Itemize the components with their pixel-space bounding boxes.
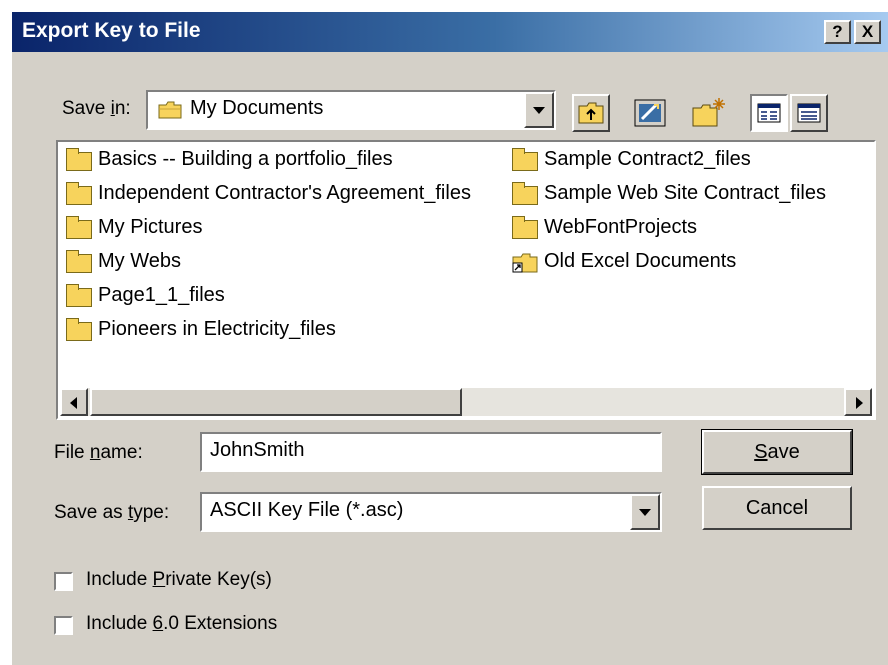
folder-icon — [66, 250, 92, 273]
save-in-dropdown[interactable]: My Documents — [146, 90, 556, 130]
horizontal-scrollbar[interactable] — [60, 388, 872, 416]
folder-icon — [512, 148, 538, 171]
folder-icon — [66, 182, 92, 205]
file-name-label: File name: — [54, 442, 143, 463]
folder-icon — [512, 182, 538, 205]
list-view-icon — [757, 103, 781, 123]
include-extensions-checkbox[interactable] — [54, 616, 73, 635]
include-private-keys-checkbox[interactable] — [54, 572, 73, 591]
save-as-type-value: ASCII Key File (*.asc) — [210, 499, 404, 521]
file-name-input[interactable]: JohnSmith — [200, 432, 662, 472]
scroll-thumb[interactable] — [90, 388, 462, 416]
window-title: Export Key to File — [22, 19, 201, 42]
desktop-button[interactable] — [632, 94, 670, 132]
folder-icon — [512, 216, 538, 239]
new-folder-button[interactable] — [690, 94, 728, 132]
file-name-value: JohnSmith — [210, 439, 305, 461]
desktop-icon — [634, 99, 666, 127]
save-as-type-dropdown[interactable]: ASCII Key File (*.asc) — [200, 492, 662, 532]
arrow-right-icon — [856, 397, 863, 409]
help-button[interactable]: ? — [824, 20, 851, 44]
include-extensions-label: Include 6.0 Extensions — [86, 613, 278, 634]
save-as-type-dropdown-button[interactable] — [630, 494, 660, 530]
folder-icon — [66, 318, 92, 341]
save-button[interactable]: Save — [701, 429, 853, 475]
close-button[interactable]: X — [854, 20, 881, 44]
scroll-right-button[interactable] — [844, 388, 872, 416]
save-in-dropdown-button[interactable] — [524, 92, 554, 128]
up-one-level-button[interactable] — [572, 94, 610, 132]
details-view-icon — [797, 103, 821, 123]
include-private-keys-label: Include Private Key(s) — [86, 569, 272, 590]
folder-icon — [66, 148, 92, 171]
save-in-value: My Documents — [190, 97, 324, 119]
title-bar: Export Key to File ? X — [12, 12, 888, 52]
cancel-button[interactable]: Cancel — [702, 486, 852, 530]
scroll-left-button[interactable] — [60, 388, 88, 416]
up-one-level-icon — [578, 102, 604, 124]
folder-icon — [66, 284, 92, 307]
folder-icon — [66, 216, 92, 239]
save-as-type-label: Save as type: — [54, 502, 170, 523]
folder-icon — [158, 101, 182, 119]
details-view-button[interactable] — [790, 94, 828, 132]
chevron-down-icon — [533, 107, 545, 114]
chevron-down-icon — [639, 509, 651, 516]
save-in-label: Save in: — [62, 98, 131, 119]
export-key-dialog: Export Key to File ? X Save in: My Docum… — [12, 12, 888, 665]
new-folder-icon — [692, 98, 725, 127]
list-view-button[interactable] — [750, 94, 788, 132]
shortcut-folder-icon — [512, 252, 538, 273]
file-list[interactable]: Basics -- Building a portfolio_files Ind… — [56, 140, 876, 420]
arrow-left-icon — [70, 397, 77, 409]
